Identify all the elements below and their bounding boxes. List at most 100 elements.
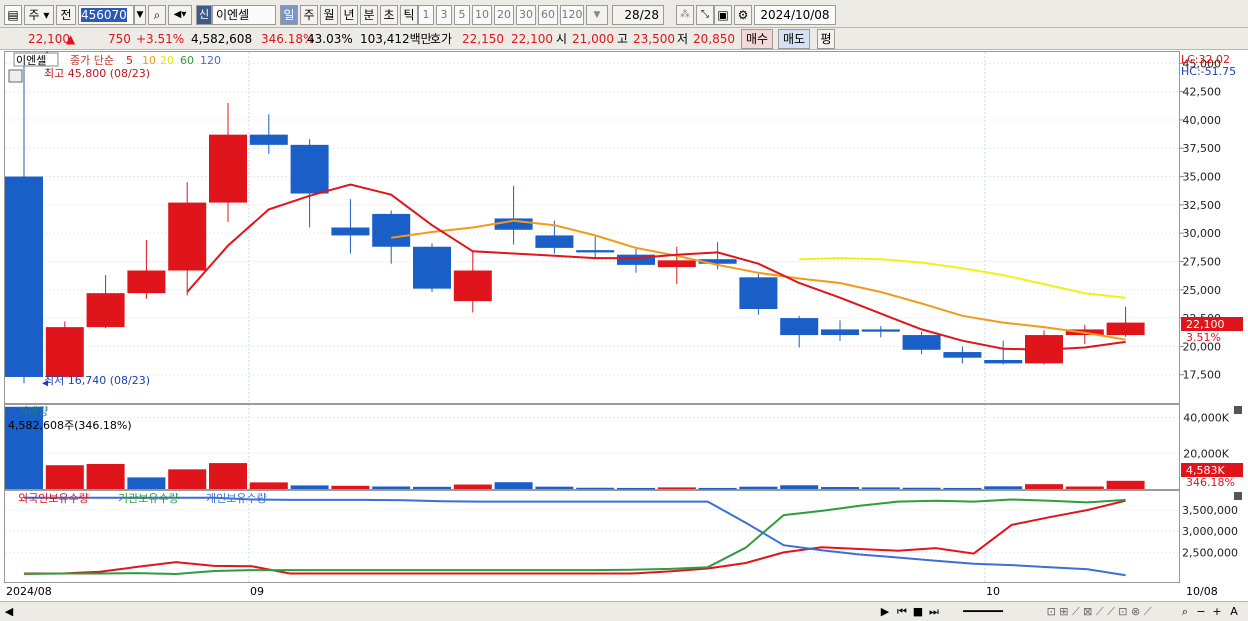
interval-10[interactable]: 10: [472, 5, 492, 25]
candle-body: [45, 327, 84, 377]
zoom-slider[interactable]: ━━━━━━: [948, 604, 1018, 620]
volume-bar: [86, 463, 125, 489]
tool-icons[interactable]: ⊡ ⊞ ⟋ ⊠ ⟋ ⟋ ⊡ ⊗ ⟋: [1024, 604, 1174, 620]
holdings-legend-institution: 기관보유수량: [118, 492, 179, 505]
volume-bar: [657, 487, 696, 489]
hc-label: HC:-51.75: [1181, 65, 1236, 78]
timeframe-month[interactable]: 월: [320, 5, 338, 25]
ma-legend-10: 10: [142, 54, 156, 67]
timeframe-tick[interactable]: 틱: [400, 5, 418, 25]
sell-button[interactable]: 매도: [778, 29, 810, 49]
gear-icon[interactable]: ⚙: [734, 5, 752, 25]
stock-code-input[interactable]: 456070: [78, 5, 134, 25]
interval-120[interactable]: 120: [560, 5, 584, 25]
link-icon[interactable]: ⁂: [676, 5, 694, 25]
chart-svg: 17,50020,00022,50025,00027,50030,00032,5…: [4, 51, 1243, 598]
ma-legend-60: 60: [180, 54, 194, 67]
stock-name-field[interactable]: 이엔셀: [212, 5, 276, 25]
search-icon[interactable]: ⌕: [148, 5, 166, 25]
price-axis-label: 40,000: [1183, 114, 1222, 127]
interval-1[interactable]: 1: [418, 5, 434, 25]
volume-bar: [1065, 486, 1104, 489]
x-axis-label-aug: 2024/08: [6, 585, 52, 598]
ma-legend-title: 종가 단순: [70, 54, 114, 67]
font-size-icon[interactable]: A: [1226, 604, 1242, 620]
candle-body: [943, 352, 982, 358]
candle-body: [739, 277, 778, 310]
volume-bar: [45, 465, 84, 489]
current-pct-tag: 3.51%: [1186, 331, 1221, 344]
volume-bar: [821, 487, 859, 489]
price-change-pct: +3.51%: [136, 32, 185, 46]
volume-bar: [1106, 480, 1145, 489]
buy-button[interactable]: 매수: [741, 29, 773, 49]
high-marker: 최고 45,800 (08/23): [44, 67, 150, 80]
zoom-icon[interactable]: ⌕: [1178, 604, 1192, 620]
candle-body: [984, 359, 1023, 364]
volume-pane-close-icon[interactable]: [1234, 406, 1242, 414]
quote-bar: 22,100 ▲ 750 +3.51% 4,582,608 346.18% 43…: [0, 28, 1248, 50]
chart-menu-icon[interactable]: [8, 69, 23, 83]
interval-60[interactable]: 60: [538, 5, 558, 25]
price-axis-label: 30,000: [1183, 227, 1222, 240]
sound-icon[interactable]: ◀▾: [168, 5, 192, 25]
interval-20[interactable]: 20: [494, 5, 514, 25]
scroll-left-icon[interactable]: ◀: [2, 604, 16, 620]
forward-icon[interactable]: ⏭: [926, 604, 942, 620]
holdings-pane-frame: [4, 490, 1180, 583]
interval-30[interactable]: 30: [516, 5, 536, 25]
candle-body: [535, 235, 574, 248]
price-axis-label: 17,500: [1183, 369, 1222, 382]
period-select[interactable]: 주 ▾: [24, 5, 54, 25]
price-axis-label: 25,000: [1183, 284, 1222, 297]
price-axis-label: 42,500: [1183, 86, 1222, 99]
page-counter: 28/28: [612, 5, 664, 25]
stop-icon[interactable]: ■: [910, 604, 926, 620]
volume-bar: [780, 485, 819, 489]
save-icon[interactable]: ▣: [714, 5, 732, 25]
chart-panel[interactable]: 17,50020,00022,50025,00027,50030,00032,5…: [0, 50, 1248, 602]
zoom-out-icon[interactable]: −: [1194, 604, 1208, 620]
open-price: 21,000: [572, 32, 614, 46]
prev-button[interactable]: 전: [56, 5, 76, 25]
timeframe-minute[interactable]: 분: [360, 5, 378, 25]
volume-bar: [209, 463, 247, 489]
window-menu-icon[interactable]: ▤: [4, 5, 22, 25]
holdings-layer: [23, 496, 1126, 577]
volume-bar: [453, 484, 492, 489]
interval-3[interactable]: 3: [436, 5, 452, 25]
price-axis-label: 37,500: [1183, 142, 1222, 155]
rewind-icon[interactable]: ⏮: [894, 604, 910, 620]
timeframe-year[interactable]: 년: [340, 5, 358, 25]
volume-bar: [413, 486, 451, 489]
timeframe-second[interactable]: 초: [380, 5, 398, 25]
timeframe-day[interactable]: 일: [280, 5, 298, 25]
holdings-pane-close-icon[interactable]: [1234, 492, 1242, 500]
x-axis-end-label: 10/08: [1186, 585, 1218, 598]
candle-body: [86, 293, 125, 328]
volume: 4,582,608: [191, 32, 253, 46]
pane-frames: [4, 51, 1180, 583]
scroll-right-icon[interactable]: ▶: [878, 604, 892, 620]
code-dropdown-icon[interactable]: ▼: [134, 5, 146, 25]
candle-body: [168, 202, 207, 271]
draw-tool-icon[interactable]: ⤡: [696, 5, 714, 25]
interval-dropdown-icon[interactable]: ▼: [586, 5, 608, 25]
volume-last-pct: 346.18%: [1186, 476, 1235, 489]
date-field[interactable]: 2024/10/08: [754, 5, 836, 25]
candle-body: [331, 227, 370, 236]
holdings-axis-label: 3,500,000: [1182, 504, 1238, 517]
timeframe-week[interactable]: 주: [300, 5, 318, 25]
zoom-in-icon[interactable]: +: [1210, 604, 1224, 620]
price-axis-label: 27,500: [1183, 255, 1222, 268]
candle-body: [413, 246, 451, 289]
ma20-line: [799, 257, 1126, 299]
candle-body: [902, 335, 941, 350]
volume-title: 거래량: [18, 405, 48, 418]
turnover-rate: 43.03%: [307, 32, 353, 46]
candle-body: [861, 329, 900, 332]
ask-label: 호가: [430, 32, 453, 46]
avg-button[interactable]: 평: [817, 29, 835, 49]
volume-bar: [331, 485, 370, 489]
interval-5[interactable]: 5: [454, 5, 470, 25]
